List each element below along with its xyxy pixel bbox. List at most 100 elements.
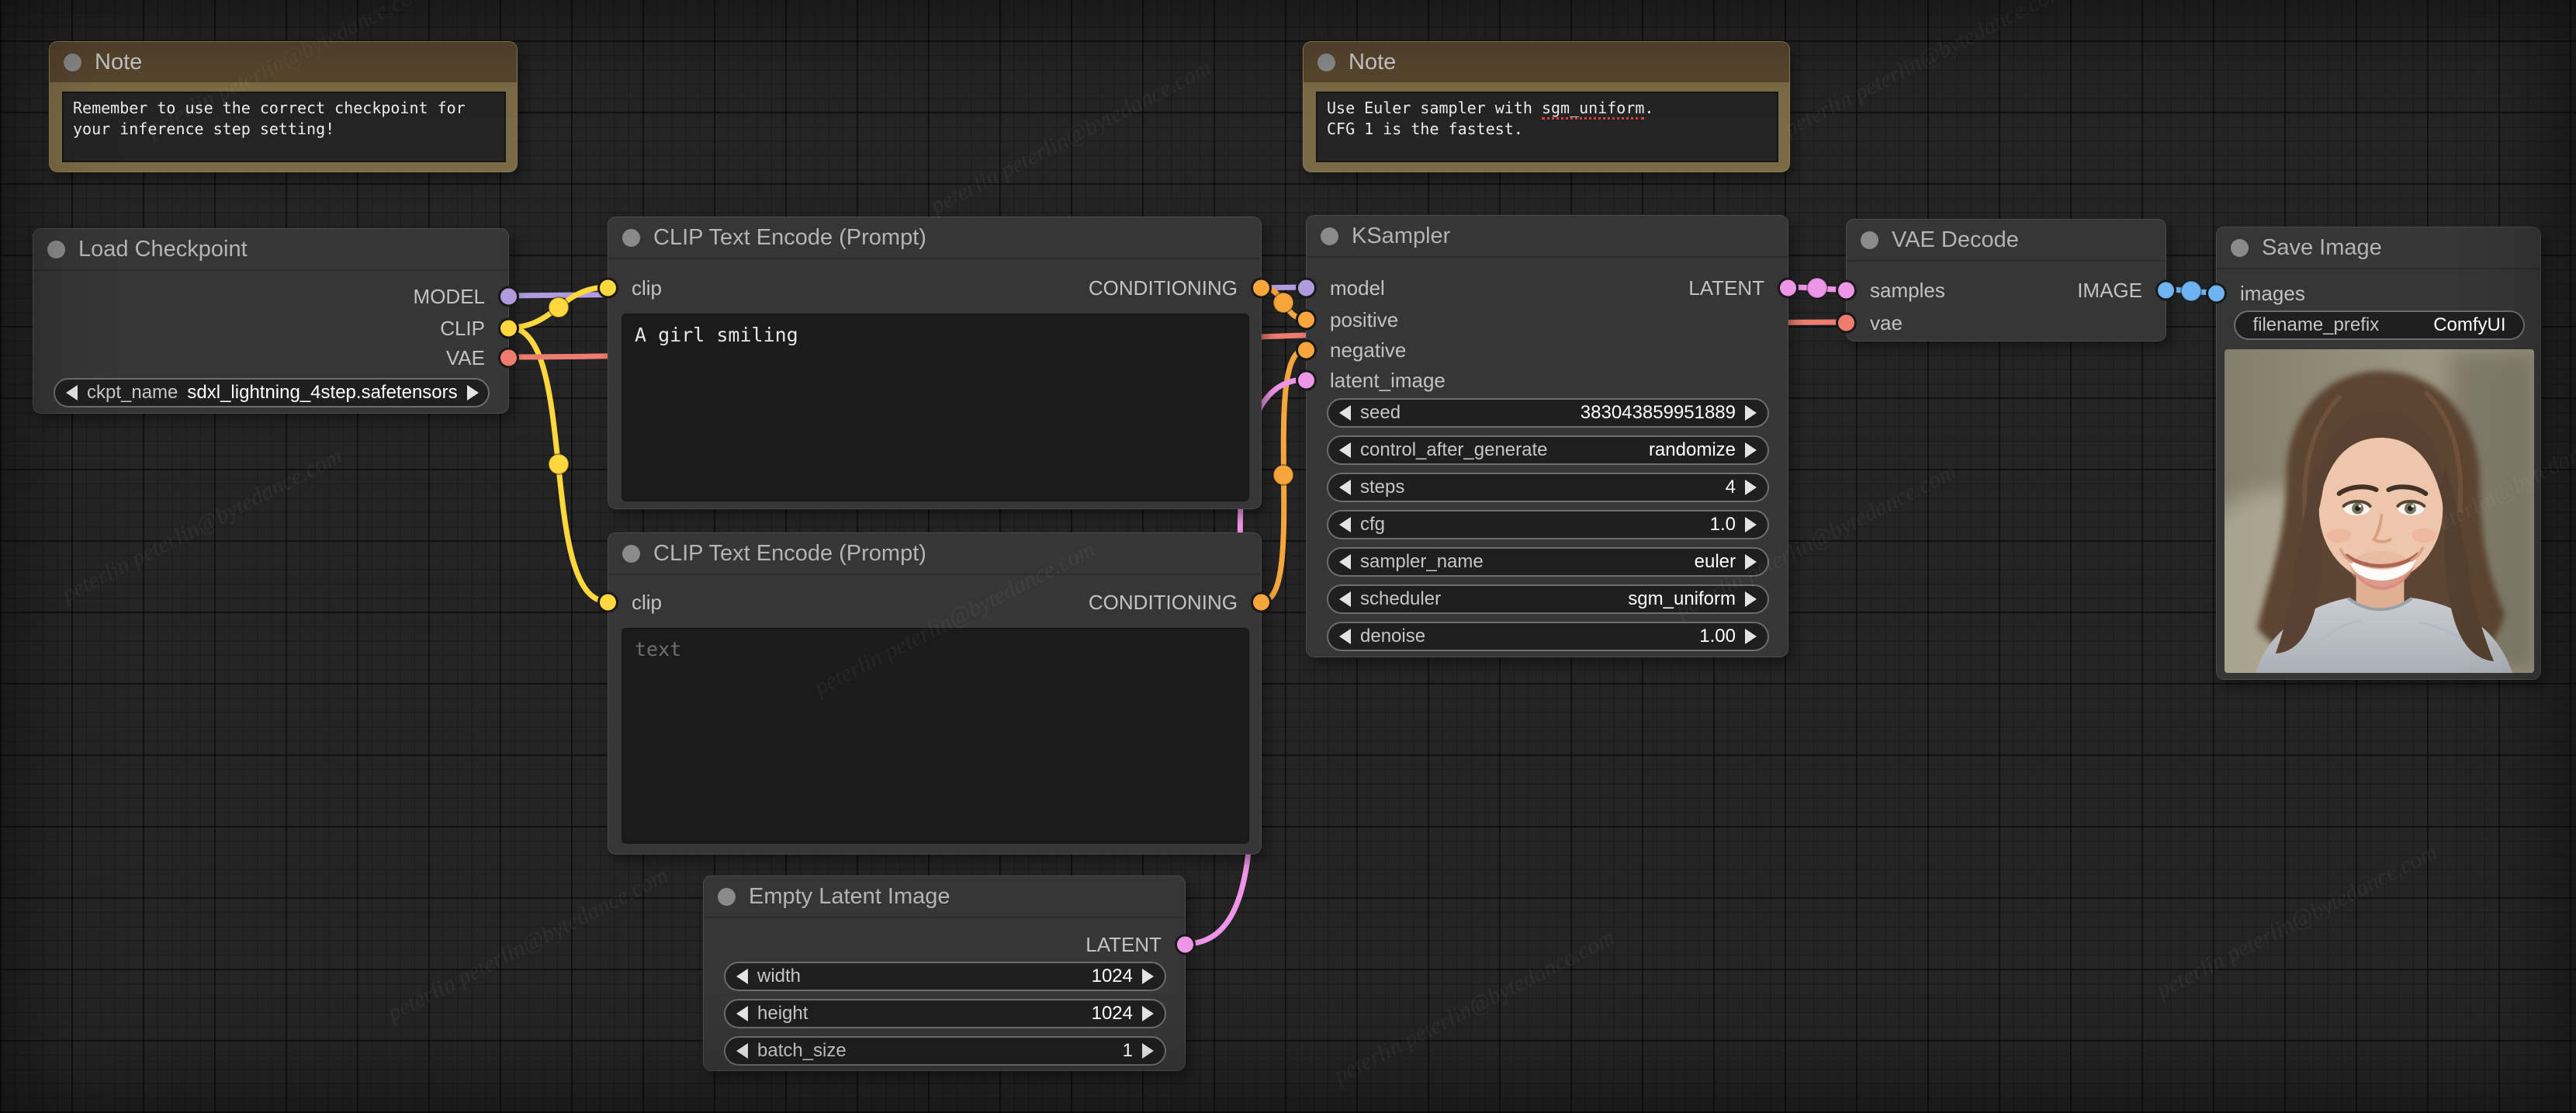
decrement-arrow-icon[interactable] [1339, 405, 1351, 421]
port-dot-conditioning[interactable] [1296, 339, 1317, 361]
collapse-dot-icon[interactable] [47, 240, 65, 258]
decrement-arrow-icon[interactable] [66, 385, 78, 400]
port-dot-latent[interactable] [1175, 934, 1196, 955]
collapse-dot-icon[interactable] [718, 887, 736, 906]
collapse-dot-icon[interactable] [1861, 231, 1878, 249]
widget-steps[interactable]: steps 4 [1327, 473, 1769, 502]
link-dot[interactable] [1272, 464, 1294, 486]
decrement-arrow-icon[interactable] [1339, 517, 1351, 532]
decrement-arrow-icon[interactable] [1339, 591, 1351, 607]
port-dot-conditioning[interactable] [1296, 309, 1317, 331]
increment-arrow-icon[interactable] [1745, 442, 1757, 458]
collapse-dot-icon[interactable] [622, 228, 640, 247]
decrement-arrow-icon[interactable] [736, 1006, 748, 1021]
increment-arrow-icon[interactable] [1745, 554, 1757, 570]
decrement-arrow-icon[interactable] [1339, 554, 1351, 570]
increment-arrow-icon[interactable] [1745, 517, 1757, 532]
node-load-checkpoint[interactable]: Load Checkpoint MODEL CLIP VAE ckpt_name… [33, 228, 519, 414]
port-dot-vae[interactable] [1836, 312, 1857, 334]
collapse-dot-icon[interactable] [622, 544, 640, 563]
link-dot[interactable] [2180, 280, 2202, 302]
decrement-arrow-icon[interactable] [736, 969, 748, 984]
node-clip-text-encode-negative[interactable]: CLIP Text Encode (Prompt) clip CONDITION… [597, 532, 1272, 855]
increment-arrow-icon[interactable] [1142, 1043, 1154, 1059]
port-dot-latent[interactable] [1778, 277, 1799, 299]
node-title-bar[interactable]: KSampler [1307, 216, 1788, 258]
port-label: MODEL [413, 284, 485, 308]
collapse-dot-icon[interactable] [2231, 238, 2249, 257]
collapse-dot-icon[interactable] [1321, 227, 1338, 245]
link-dot[interactable] [548, 453, 570, 475]
increment-arrow-icon[interactable] [1142, 969, 1154, 984]
decrement-arrow-icon[interactable] [1339, 442, 1351, 458]
port-dot-conditioning[interactable] [1251, 277, 1272, 299]
widget-batch-size[interactable]: batch_size 1 [724, 1036, 1166, 1066]
decrement-arrow-icon[interactable] [1339, 629, 1351, 644]
widget-control-after-generate[interactable]: control_after_generate randomize [1327, 435, 1769, 465]
port-dot-vae[interactable] [498, 347, 519, 369]
widget-sampler-name[interactable]: sampler_name euler [1327, 547, 1769, 577]
note-textbox[interactable]: Use Euler sampler with sgm_uniform. CFG … [1316, 92, 1778, 162]
node-note-left[interactable]: Note Remember to use the correct checkpo… [49, 41, 518, 172]
increment-arrow-icon[interactable] [1142, 1006, 1154, 1021]
widget-filename-prefix[interactable]: filename_prefix ComfyUI [2234, 310, 2525, 340]
port-dot-image[interactable] [2155, 279, 2176, 301]
input-port-images: images [2206, 278, 2540, 309]
node-note-right[interactable]: Note Use Euler sampler with sgm_uniform.… [1303, 41, 1790, 172]
widget-ckpt-name[interactable]: ckpt_name sdxl_lightning_4step.safetenso… [54, 378, 490, 407]
decrement-arrow-icon[interactable] [1339, 480, 1351, 495]
widget-value: 1024 [1091, 1003, 1133, 1024]
widget-cfg[interactable]: cfg 1.0 [1327, 510, 1769, 539]
prompt-textarea[interactable]: A girl smiling [621, 314, 1249, 501]
node-title-bar[interactable]: Note [50, 42, 517, 82]
node-title-bar[interactable]: Note [1304, 42, 1789, 82]
node-title-bar[interactable]: VAE Decode [1847, 220, 2166, 262]
increment-arrow-icon[interactable] [1745, 480, 1757, 495]
increment-arrow-icon[interactable] [1745, 591, 1757, 607]
port-label: LATENT [1688, 276, 1764, 300]
increment-arrow-icon[interactable] [466, 385, 479, 400]
link-dot[interactable] [1272, 292, 1294, 314]
node-title-bar[interactable]: CLIP Text Encode (Prompt) [608, 217, 1261, 259]
widget-value: 383043859951889 [1580, 402, 1736, 423]
collapse-dot-icon[interactable] [64, 53, 81, 71]
graph-canvas[interactable]: Note Remember to use the correct checkpo… [0, 0, 2576, 1113]
port-dot-clip[interactable] [498, 317, 519, 339]
port-dot-latent[interactable] [1296, 369, 1317, 391]
port-label: negative [1330, 338, 1407, 362]
prompt-textarea[interactable]: text [621, 628, 1249, 844]
output-port-vae: VAE [33, 342, 519, 373]
node-empty-latent-image[interactable]: Empty Latent Image LATENT width 1024 hei… [703, 875, 1196, 1071]
port-dot-model[interactable] [498, 286, 519, 307]
widget-height[interactable]: height 1024 [724, 999, 1166, 1028]
widget-label: ckpt_name [87, 382, 178, 403]
node-ksampler[interactable]: KSampler model positive negative latent_… [1296, 215, 1799, 657]
output-port-model: MODEL [33, 281, 519, 312]
port-dot-conditioning[interactable] [1251, 591, 1272, 613]
increment-arrow-icon[interactable] [1745, 405, 1757, 421]
port-label: vae [1870, 310, 1903, 335]
note-textbox[interactable]: Remember to use the correct checkpoint f… [62, 92, 506, 162]
node-vae-decode[interactable]: VAE Decode samples vae IMAGE [1836, 219, 2176, 342]
collapse-dot-icon[interactable] [1317, 53, 1335, 71]
port-label: IMAGE [2077, 278, 2142, 302]
port-label: latent_image [1330, 368, 1446, 392]
decrement-arrow-icon[interactable] [736, 1043, 748, 1059]
node-save-image[interactable]: Save Image images filename_prefix ComfyU… [2206, 227, 2541, 680]
widget-width[interactable]: width 1024 [724, 962, 1166, 991]
widget-seed[interactable]: seed 383043859951889 [1327, 398, 1769, 428]
node-clip-text-encode-positive[interactable]: CLIP Text Encode (Prompt) clip CONDITION… [597, 217, 1272, 509]
widget-denoise[interactable]: denoise 1.00 [1327, 622, 1769, 651]
node-title-bar[interactable]: Save Image [2217, 227, 2540, 269]
port-label: CLIP [440, 316, 485, 340]
node-title-bar[interactable]: CLIP Text Encode (Prompt) [608, 533, 1261, 575]
port-label: CONDITIONING [1088, 590, 1238, 614]
port-dot-image[interactable] [2206, 283, 2227, 304]
node-title-bar[interactable]: Load Checkpoint [33, 229, 508, 271]
widget-scheduler[interactable]: scheduler sgm_uniform [1327, 584, 1769, 614]
node-title-bar[interactable]: Empty Latent Image [704, 876, 1185, 918]
widget-value: randomize [1648, 439, 1736, 460]
link-dot[interactable] [548, 296, 570, 318]
link-dot[interactable] [1806, 277, 1828, 299]
increment-arrow-icon[interactable] [1745, 629, 1757, 644]
